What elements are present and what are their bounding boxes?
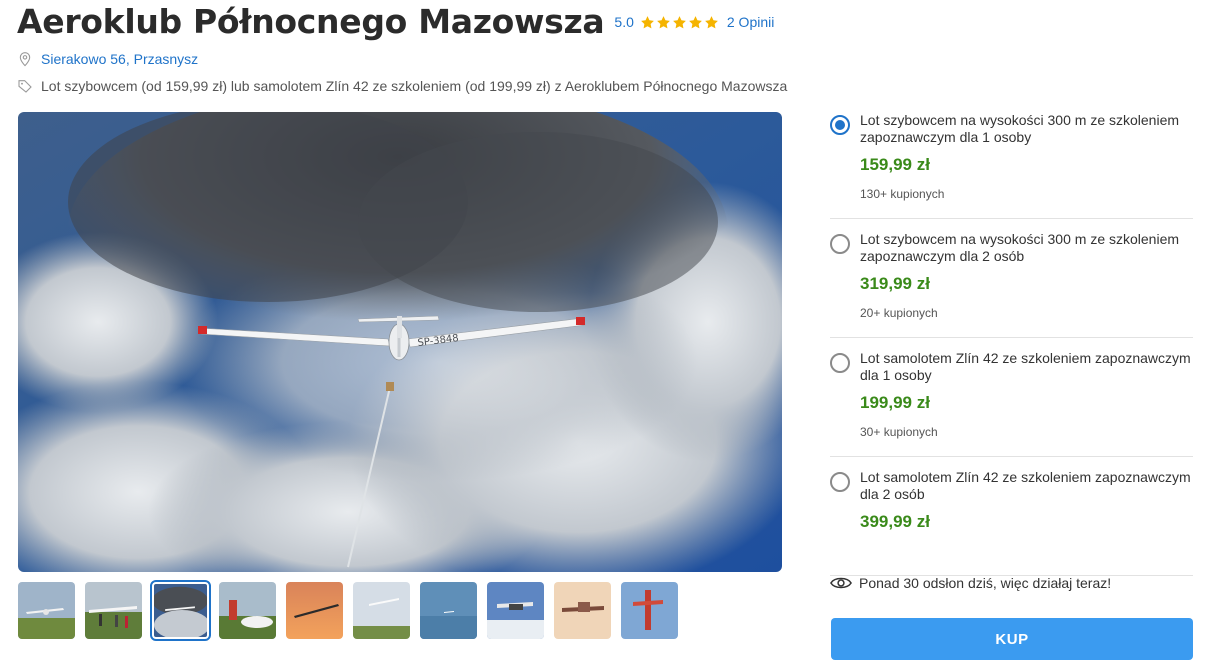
radio-unchecked[interactable] <box>830 472 850 492</box>
option-price: 159,99 zł <box>860 155 930 174</box>
description-row: Lot szybowcem (od 159,99 zł) lub samolot… <box>17 78 787 94</box>
radio-unchecked[interactable] <box>830 353 850 373</box>
option-name: Lot szybowcem na wysokości 300 m ze szko… <box>860 112 1180 145</box>
views-notice: Ponad 30 odsłon dziś, więc działaj teraz… <box>830 575 1111 591</box>
glider-photo: SP-3848 <box>18 112 782 572</box>
option-price: 319,99 zł <box>860 274 930 293</box>
thumbnail[interactable] <box>554 582 611 639</box>
thumbnail[interactable] <box>487 582 544 639</box>
price-tag-icon <box>18 80 32 93</box>
rating-stars <box>640 15 719 30</box>
buy-button[interactable]: KUP <box>831 618 1193 660</box>
rating-block: 5.0 2 Opinii <box>614 14 774 30</box>
star-icon <box>673 15 686 28</box>
option-item[interactable]: Lot samolotem Zlín 42 ze szkoleniem zapo… <box>830 338 1193 457</box>
star-icon <box>705 15 718 28</box>
offer-description: Lot szybowcem (od 159,99 zł) lub samolot… <box>41 78 788 94</box>
option-price: 199,99 zł <box>860 393 930 412</box>
option-name: Lot samolotem Zlín 42 ze szkoleniem zapo… <box>860 350 1191 383</box>
thumbnail[interactable] <box>18 582 75 639</box>
thumbnail[interactable] <box>420 582 477 639</box>
eye-icon <box>830 577 852 589</box>
star-icon <box>641 15 654 28</box>
reviews-link[interactable]: 2 Opinii <box>727 14 774 30</box>
thumbnail[interactable] <box>219 582 276 639</box>
option-list: Lot szybowcem na wysokości 300 m ze szko… <box>830 100 1193 576</box>
star-icon <box>657 15 670 28</box>
option-sold-count: 20+ kupionych <box>860 306 938 320</box>
location-row: Sierakowo 56, Przasnysz <box>17 51 198 67</box>
thumbnail[interactable] <box>353 582 410 639</box>
page-title: Aeroklub Północnego Mazowsza <box>17 2 605 41</box>
map-pin-icon <box>19 52 31 67</box>
thumbnail[interactable] <box>286 582 343 639</box>
option-name: Lot samolotem Zlín 42 ze szkoleniem zapo… <box>860 469 1191 502</box>
title-row: Aeroklub Północnego Mazowsza 5.0 2 Opini… <box>17 2 774 41</box>
thumbnail[interactable] <box>85 582 142 639</box>
option-price: 399,99 zł <box>860 512 930 531</box>
option-name: Lot szybowcem na wysokości 300 m ze szko… <box>860 231 1180 264</box>
radio-checked[interactable] <box>830 115 850 135</box>
option-sold-count: 130+ kupionych <box>860 187 945 201</box>
option-sold-count: 30+ kupionych <box>860 425 938 439</box>
radio-unchecked[interactable] <box>830 234 850 254</box>
thumbnail-selected[interactable] <box>150 580 211 641</box>
main-photo[interactable]: SP-3848 <box>18 112 782 572</box>
location-link[interactable]: Sierakowo 56, Przasnysz <box>41 51 198 67</box>
thumbnail[interactable] <box>621 582 678 639</box>
thumbnail-strip <box>18 580 678 641</box>
option-item[interactable]: Lot samolotem Zlín 42 ze szkoleniem zapo… <box>830 457 1193 576</box>
option-item[interactable]: Lot szybowcem na wysokości 300 m ze szko… <box>830 100 1193 219</box>
star-icon <box>689 15 702 28</box>
views-text: Ponad 30 odsłon dziś, więc działaj teraz… <box>859 575 1112 591</box>
rating-score: 5.0 <box>614 14 634 30</box>
option-item[interactable]: Lot szybowcem na wysokości 300 m ze szko… <box>830 219 1193 338</box>
